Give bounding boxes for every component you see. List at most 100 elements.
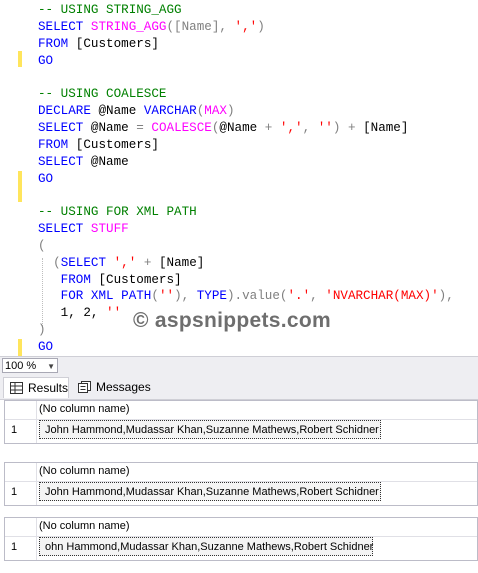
zoom-select[interactable]: 100 % ▼ (2, 358, 58, 373)
change-marker (18, 51, 22, 67)
code-token: @Name (98, 104, 144, 119)
row-number[interactable]: 1 (11, 541, 17, 553)
code-token: [Name] (363, 120, 409, 135)
chevron-down-icon: ▼ (47, 362, 55, 371)
row-number[interactable]: 1 (11, 424, 17, 436)
code-token: FOR XML PATH (38, 289, 152, 304)
code-token: = (136, 120, 152, 135)
tab-messages[interactable]: Messages (72, 377, 152, 398)
code-line: -- USING STRING_AGG (38, 2, 182, 19)
code-line: FROM [Customers] (38, 36, 159, 53)
code-token: MAX (204, 104, 227, 119)
query-editor[interactable]: -- USING STRING_AGG SELECT STRING_AGG([Na… (0, 0, 478, 356)
code-token: FROM (38, 137, 76, 152)
code-token: ) + (332, 120, 364, 135)
code-token: 1, 2, (38, 306, 107, 321)
code-token: 'NVARCHAR(MAX)' (325, 289, 439, 304)
code-token: -- USING COALESCE (38, 87, 167, 102)
results-pane: (No column name) 1 John Hammond,Mudassar… (0, 400, 478, 573)
messages-icon (78, 381, 91, 393)
grid-icon (10, 382, 23, 394)
column-header[interactable]: (No column name) (39, 465, 129, 477)
code-line: GO (38, 339, 53, 356)
code-line: 1, 2, '' (38, 305, 121, 322)
code-token: -- USING FOR XML PATH (38, 205, 197, 220)
code-token: + (136, 255, 159, 270)
code-token: SELECT (38, 120, 91, 135)
code-token: [Name] (158, 255, 205, 270)
code-line: -- USING FOR XML PATH (38, 204, 197, 221)
code-token: [Customers] (75, 36, 159, 51)
code-token: GO (38, 340, 54, 354)
column-header[interactable]: (No column name) (39, 403, 129, 415)
code-token: @Name (219, 120, 265, 135)
code-token: SELECT (60, 255, 114, 270)
code-token: SELECT (38, 222, 91, 237)
result-cell[interactable]: John Hammond,Mudassar Khan,Suzanne Mathe… (39, 482, 381, 501)
code-token: ([Name], (166, 19, 235, 34)
code-line: SELECT @Name (38, 154, 129, 171)
code-token: FROM (38, 36, 76, 51)
zoom-value: 100 % (5, 360, 37, 372)
code-token: , (302, 120, 318, 135)
code-line: ) (38, 322, 46, 339)
code-token: GO (38, 53, 54, 68)
code-token: TYPE (196, 289, 227, 304)
code-line: FROM [Customers] (38, 137, 159, 154)
code-token: ) (257, 19, 265, 34)
code-token: VARCHAR (143, 104, 197, 119)
code-token: ), (174, 289, 197, 304)
code-line: DECLARE @Name VARCHAR(MAX) (38, 103, 235, 120)
change-marker (18, 171, 22, 202)
code-token: [Customers] (75, 137, 159, 152)
code-token: GO (38, 171, 54, 186)
code-line: SELECT STUFF (38, 221, 129, 238)
code-token: -- USING STRING_AGG (38, 3, 182, 17)
code-token: ( (38, 255, 61, 270)
code-line: SELECT @Name = COALESCE(@Name + ',', '')… (38, 120, 408, 137)
code-token: STUFF (90, 222, 129, 237)
code-token: STRING_AGG (90, 19, 167, 34)
code-line: GO (38, 171, 53, 188)
code-token: SELECT (38, 154, 91, 169)
code-token: + (264, 120, 280, 135)
code-token: '' (106, 306, 122, 321)
code-token: ( (151, 289, 159, 304)
result-grid: (No column name) 1 ohn Hammond,Mudassar … (4, 517, 478, 561)
code-token: , (310, 289, 326, 304)
column-header[interactable]: (No column name) (39, 520, 129, 532)
tab-results[interactable]: Results (3, 377, 69, 398)
code-token: '' (317, 120, 333, 135)
tab-messages-label: Messages (96, 380, 151, 394)
code-token: '' (158, 289, 175, 304)
code-line: FOR XML PATH(''), TYPE).value('.', 'NVAR… (38, 288, 454, 305)
code-line: ( (38, 238, 46, 255)
code-token: @Name (90, 120, 137, 135)
code-line: GO (38, 53, 53, 70)
code-token: ',' (234, 19, 258, 34)
tab-results-label: Results (28, 381, 69, 395)
code-token: DECLARE (38, 104, 99, 119)
watermark: © aspsnippets.com (133, 309, 331, 332)
code-line: (SELECT ',' + [Name] (38, 255, 204, 272)
code-token: COALESCE (151, 120, 212, 135)
code-token: @Name (90, 154, 129, 169)
code-token: ( (38, 238, 46, 253)
result-grid: (No column name) 1 John Hammond,Mudassar… (4, 462, 478, 506)
result-cell[interactable]: ohn Hammond,Mudassar Khan,Suzanne Mathew… (39, 537, 373, 556)
code-line: SELECT STRING_AGG([Name], ',') (38, 19, 265, 36)
code-token: ) (226, 104, 235, 119)
code-token: ) (38, 323, 46, 338)
zoom-bar: 100 % ▼ (0, 356, 478, 375)
result-cell[interactable]: John Hammond,Mudassar Khan,Suzanne Mathe… (39, 420, 381, 439)
code-token: SELECT (38, 19, 91, 34)
code-token: FROM (38, 272, 99, 287)
code-token: ',' (113, 255, 137, 270)
code-token: [Customers] (98, 272, 182, 287)
code-token: ), (438, 289, 454, 304)
code-token: ',' (279, 120, 303, 135)
code-line: -- USING COALESCE (38, 86, 166, 103)
row-number[interactable]: 1 (11, 486, 17, 498)
result-grid: (No column name) 1 John Hammond,Mudassar… (4, 400, 478, 444)
code-token: '.' (287, 289, 311, 304)
